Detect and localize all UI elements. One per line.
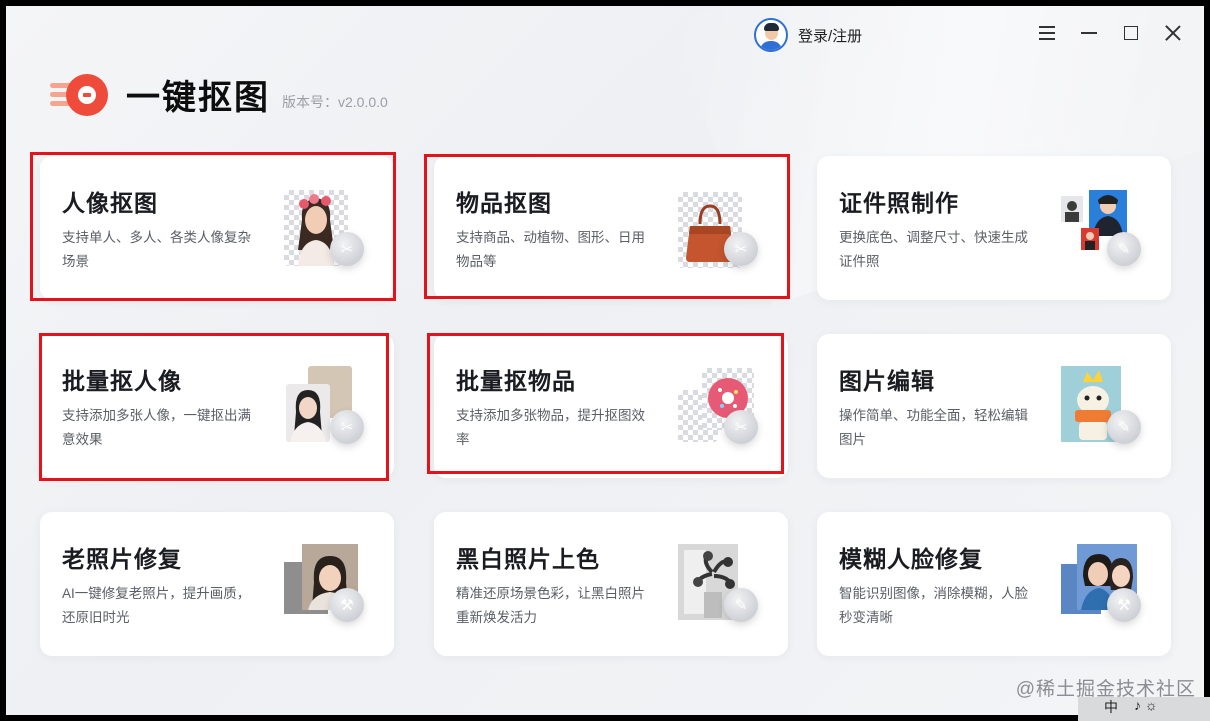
handbag-thumbnail-icon: ✂ — [672, 186, 762, 272]
card-desc: 精准还原场景色彩，让黑白照片重新焕发活力 — [456, 586, 645, 625]
card-title: 证件照制作 — [839, 190, 959, 216]
card-desc: 更换底色、调整尺寸、快速生成证件照 — [839, 230, 1028, 269]
taskbar-tray: 中 ♪ ☼ — [1078, 697, 1210, 721]
card-title: 黑白照片上色 — [456, 546, 600, 572]
scissors-icon: ✂ — [330, 410, 364, 444]
repair-tool-icon: ⚒ — [1107, 588, 1141, 622]
scissors-icon: ✂ — [724, 410, 758, 444]
edit-pen-icon: ✎ — [1107, 410, 1141, 444]
card-title: 老照片修复 — [62, 546, 182, 572]
card-desc: 支持添加多张物品，提升抠图效率 — [456, 408, 645, 447]
app-title: 一键抠图 — [126, 78, 270, 118]
app-logo-icon — [48, 72, 108, 118]
portrait-thumbnail-icon: ✂ — [278, 186, 368, 272]
menu-icon[interactable] — [1032, 20, 1062, 46]
card-desc: 智能识别图像，消除模糊，人脸秒变清晰 — [839, 586, 1028, 625]
card-batch-portrait[interactable]: 批量抠人像 支持添加多张人像，一键抠出满意效果 ✂ — [40, 334, 394, 478]
card-title: 批量抠人像 — [62, 368, 182, 394]
close-icon[interactable] — [1158, 20, 1188, 46]
card-title: 模糊人脸修复 — [839, 546, 983, 572]
app-window: 登录/注册 一键抠图 版本号：v2.0.0.0 人像抠图 支持单人、多人、各类人… — [6, 6, 1204, 715]
tray-icons[interactable]: ♪ ☼ — [1134, 697, 1158, 721]
donut-thumbnail-icon: ✂ — [672, 364, 762, 450]
id-photo-thumbnail-icon: ✎ — [1055, 186, 1145, 272]
card-batch-object[interactable]: 批量抠物品 支持添加多张物品，提升抠图效率 ✂ — [434, 334, 788, 478]
login-label: 登录/注册 — [798, 27, 863, 45]
ime-indicator[interactable]: 中 — [1104, 697, 1118, 721]
minimize-icon[interactable] — [1074, 20, 1104, 46]
scissors-icon: ✂ — [330, 232, 364, 266]
card-title: 物品抠图 — [456, 190, 552, 216]
card-title: 人像抠图 — [62, 190, 158, 216]
card-old-photo-restore[interactable]: 老照片修复 AI一键修复老照片，提升画质，还原旧时光 ⚒ — [40, 512, 394, 656]
card-image-edit[interactable]: 图片编辑 操作简单、功能全面，轻松编辑图片 ✎ — [817, 334, 1171, 478]
card-desc: AI一键修复老照片，提升画质，还原旧时光 — [62, 586, 251, 625]
card-id-photo[interactable]: 证件照制作 更换底色、调整尺寸、快速生成证件照 ✎ — [817, 156, 1171, 300]
card-portrait-cutout[interactable]: 人像抠图 支持单人、多人、各类人像复杂场景 ✂ — [40, 156, 394, 300]
batch-portrait-thumbnail-icon: ✂ — [278, 364, 368, 450]
brand: 一键抠图 版本号：v2.0.0.0 — [48, 70, 388, 119]
repair-tool-icon: ⚒ — [330, 588, 364, 622]
card-title: 批量抠物品 — [456, 368, 576, 394]
scissors-icon: ✂ — [724, 232, 758, 266]
card-desc: 支持添加多张人像，一键抠出满意效果 — [62, 408, 251, 447]
bw-plant-thumbnail-icon: ✎ — [672, 542, 762, 628]
card-colorize[interactable]: 黑白照片上色 精准还原场景色彩，让黑白照片重新焕发活力 ✎ — [434, 512, 788, 656]
edit-pen-icon: ✎ — [724, 588, 758, 622]
card-desc: 支持单人、多人、各类人像复杂场景 — [62, 230, 251, 269]
user-avatar-icon — [754, 18, 788, 52]
edit-pen-icon: ✎ — [1107, 232, 1141, 266]
maximize-icon[interactable] — [1116, 20, 1146, 46]
version-label: 版本号：v2.0.0.0 — [282, 93, 388, 110]
old-photo-thumbnail-icon: ⚒ — [278, 542, 368, 628]
card-object-cutout[interactable]: 物品抠图 支持商品、动植物、图形、日用物品等 ✂ — [434, 156, 788, 300]
card-desc: 支持商品、动植物、图形、日用物品等 — [456, 230, 645, 269]
login-register-button[interactable]: 登录/注册 — [754, 18, 862, 52]
card-title: 图片编辑 — [839, 368, 935, 394]
card-desc: 操作简单、功能全面，轻松编辑图片 — [839, 408, 1028, 447]
card-face-restore[interactable]: 模糊人脸修复 智能识别图像，消除模糊，人脸秒变清晰 ⚒ — [817, 512, 1171, 656]
faces-thumbnail-icon: ⚒ — [1055, 542, 1145, 628]
cat-thumbnail-icon: ✎ — [1055, 364, 1145, 450]
